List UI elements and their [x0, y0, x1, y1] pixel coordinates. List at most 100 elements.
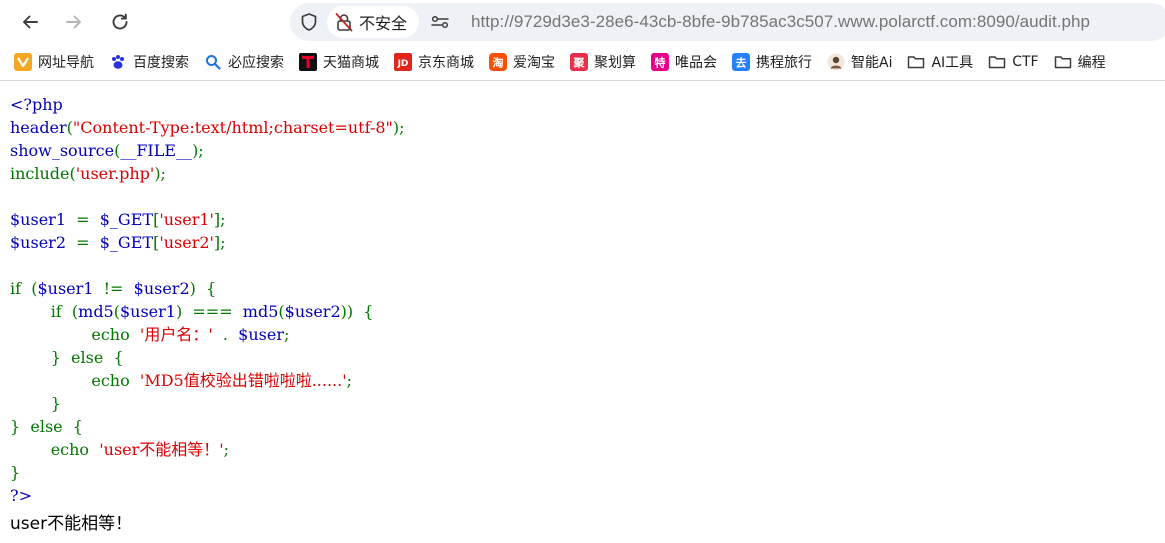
source-line: } else {	[10, 415, 405, 438]
source-token: if (	[10, 302, 79, 321]
source-line: }	[10, 461, 405, 484]
source-token: } else {	[10, 417, 83, 436]
url-scheme: http://	[471, 12, 514, 31]
search-icon	[204, 53, 222, 71]
source-token: $user1	[37, 279, 104, 298]
reload-button[interactable]	[104, 6, 136, 38]
source-token: 'user不能相等！'	[99, 440, 224, 459]
bookmark-label: 唯品会	[675, 55, 717, 71]
source-token: ;	[223, 440, 230, 459]
reload-icon	[112, 13, 128, 30]
source-line: if ($user1 != $user2) {	[10, 277, 405, 300]
source-line: header("Content-Type:text/html;charset=u…	[10, 116, 405, 139]
source-token: show_source	[10, 141, 115, 160]
source-token: ];	[213, 233, 226, 252]
hao-navigation-icon	[14, 53, 32, 71]
folder-icon	[1054, 53, 1072, 71]
avatar-icon	[827, 53, 845, 71]
bookmark-item[interactable]: 天猫商城	[299, 49, 379, 75]
source-line: echo '用户名：' . $user;	[10, 323, 405, 346]
source-token: <?php	[10, 95, 63, 114]
bookmark-label: 京东商城	[418, 55, 474, 71]
back-button[interactable]	[14, 6, 46, 38]
source-token: $_GET	[99, 233, 154, 252]
url-path: :8090/audit.php	[972, 12, 1091, 31]
source-line: } else {	[10, 346, 405, 369]
source-token: 'MD5值校验出错啦啦啦......'	[139, 371, 347, 390]
arrow-right-icon	[66, 15, 81, 29]
source-token: $user1	[119, 302, 176, 321]
ctrip-icon: 去	[732, 53, 750, 71]
browser-toolbar: 不安全 http://9729d3e3-28e6-43cb-8bfe-9b785…	[0, 0, 1165, 44]
source-token: header	[10, 118, 67, 137]
bookmark-item[interactable]: 聚聚划算	[570, 49, 636, 75]
source-token: ) {	[189, 279, 217, 298]
bookmark-label: AI工具	[931, 55, 974, 71]
bookmark-item[interactable]: AI工具	[907, 49, 973, 75]
bookmark-item[interactable]: 去携程旅行	[732, 49, 812, 75]
security-label: 不安全	[359, 14, 408, 33]
source-token: $user2	[10, 233, 77, 252]
bookmark-item[interactable]: 编程	[1054, 49, 1106, 75]
source-line: <?php	[10, 93, 405, 116]
source-line: if (md5($user1) === md5($user2)) {	[10, 300, 405, 323]
security-indicator[interactable]: 不安全	[327, 6, 419, 38]
bookmarks-bar: 网址导航 百度搜索 必应搜索 天猫商城 JD 京东商城淘爱淘宝聚聚划算特唯品会去携程旅行智…	[0, 44, 1165, 81]
folder-icon	[907, 53, 925, 71]
bookmark-item[interactable]: CTF	[988, 49, 1039, 75]
vipshop-icon: 特	[651, 53, 669, 71]
bookmark-label: 聚划算	[594, 55, 636, 71]
source-token: echo	[10, 440, 100, 459]
source-line: }	[10, 392, 405, 415]
source-line	[10, 185, 405, 208]
bookmark-item[interactable]: 淘爱淘宝	[489, 49, 555, 75]
source-token: ) ===	[175, 302, 243, 321]
svg-text:去: 去	[736, 56, 747, 70]
bookmark-label: 百度搜索	[133, 55, 189, 71]
url-text[interactable]: http://9729d3e3-28e6-43cb-8bfe-9b785ac3c…	[471, 12, 1090, 32]
source-token: __FILE__	[120, 141, 193, 160]
site-settings-button[interactable]	[428, 11, 452, 33]
bookmark-label: 网址导航	[38, 55, 94, 71]
source-token: )) {	[340, 302, 374, 321]
bookmark-item[interactable]: 必应搜索	[204, 49, 284, 75]
bookmark-label: 携程旅行	[756, 55, 812, 71]
address-bar[interactable]: 不安全 http://9729d3e3-28e6-43cb-8bfe-9b785…	[290, 3, 1165, 41]
svg-text:特: 特	[655, 56, 666, 70]
bookmark-item[interactable]: 智能Ai	[827, 49, 892, 75]
source-token: );	[154, 164, 166, 183]
source-token: $user2	[284, 302, 341, 321]
bookmark-label: 爱淘宝	[513, 55, 555, 71]
source-token: if (	[10, 279, 38, 298]
svg-text:聚: 聚	[573, 57, 586, 70]
source-token: $_GET	[99, 210, 154, 229]
shield-button[interactable]	[296, 9, 322, 35]
source-line: echo 'MD5值校验出错啦啦啦......';	[10, 369, 405, 392]
source-line	[10, 254, 405, 277]
folder-icon	[988, 53, 1006, 71]
forward-button[interactable]	[58, 6, 90, 38]
source-token: md5	[78, 302, 114, 321]
jd-icon: JD	[394, 53, 412, 71]
source-token: .	[222, 325, 239, 344]
source-token: ;	[283, 325, 290, 344]
source-token: ?>	[10, 486, 32, 505]
source-token: echo	[10, 325, 140, 344]
bookmark-label: 必应搜索	[228, 55, 284, 71]
bookmark-item[interactable]: 特唯品会	[651, 49, 717, 75]
source-token: include(	[10, 164, 76, 183]
source-token: =	[76, 233, 100, 252]
source-line: echo 'user不能相等！';	[10, 438, 405, 461]
bookmark-item[interactable]: JD 京东商城	[394, 49, 474, 75]
svg-text:淘: 淘	[493, 56, 504, 70]
source-token: md5	[242, 302, 279, 321]
source-token: ;	[346, 371, 353, 390]
source-token: }	[10, 463, 21, 482]
source-token: $user1	[10, 210, 77, 229]
bookmark-label: CTF	[1012, 54, 1039, 70]
bookmark-item[interactable]: 网址导航	[14, 49, 94, 75]
source-line: ?>	[10, 484, 405, 507]
tmall-icon	[299, 53, 317, 71]
juhuasuan-icon: 聚	[570, 53, 588, 71]
bookmark-item[interactable]: 百度搜索	[109, 49, 189, 75]
